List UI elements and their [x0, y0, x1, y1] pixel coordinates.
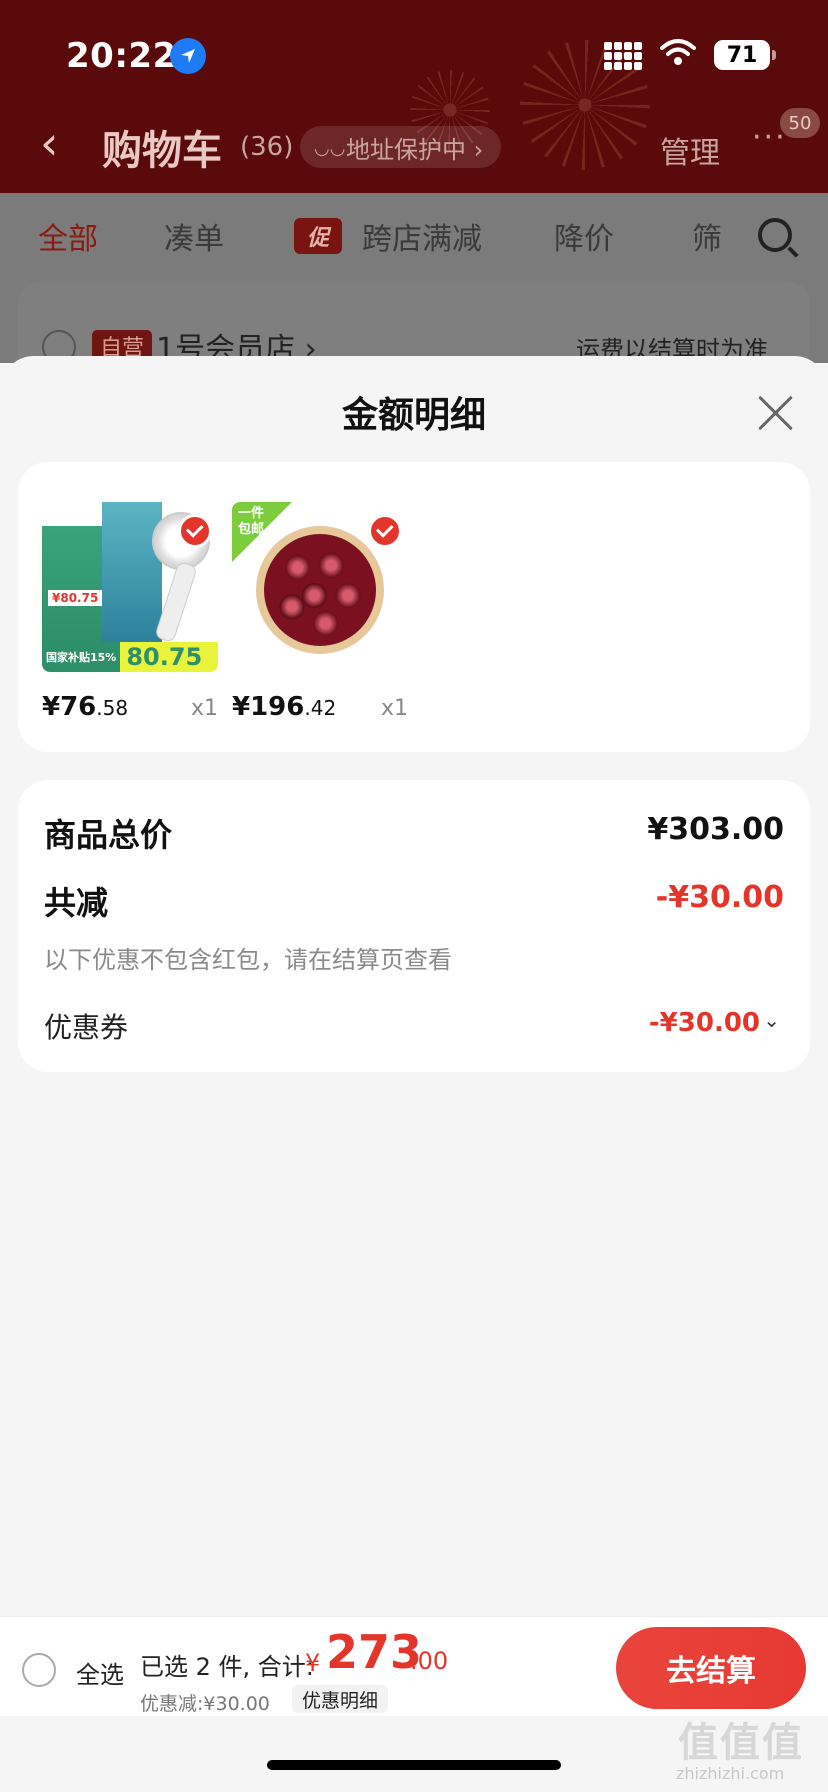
selected-summary: 已选 2 件, 合计: [140, 1653, 314, 1681]
address-protection-pill[interactable]: ◡◡ 地址保护中 › [300, 126, 502, 168]
cart-header-background: 20:22 71 ‹ 购物车 (36) ◡◡ 地址保护中 › 管理 ··· 50 [0, 0, 828, 193]
location-arrow-icon [170, 38, 206, 74]
battery-indicator: 71 [714, 40, 776, 70]
tab-price-drop[interactable]: 降价 [554, 214, 614, 258]
selected-items-card: ¥80.75 国家补贴15% 80.75 ¥76.58 x1 一件 包邮 ¥19… [18, 462, 810, 752]
status-bar: 20:22 71 [0, 28, 828, 84]
search-icon[interactable] [758, 218, 792, 252]
discount-detail-button[interactable]: 优惠明细 [292, 1685, 389, 1713]
item-price-dec: .42 [304, 696, 337, 720]
closed-eye-icon: ◡◡ [314, 138, 346, 159]
sheet-title: 金额明细 [341, 395, 486, 436]
item-price-int: ¥76 [42, 692, 97, 722]
select-all-radio[interactable] [22, 1653, 56, 1687]
address-protection-label: 地址保护中 › [346, 135, 484, 164]
product-thumbnail-shower-head: ¥80.75 国家补贴15% 80.75 [42, 502, 218, 672]
select-all-label[interactable]: 全选 [76, 1655, 124, 1690]
discount-amount: 优惠减:¥30.00 [140, 1693, 270, 1715]
message-badge: 50 [780, 108, 820, 138]
home-indicator [267, 1760, 561, 1770]
checkout-button[interactable]: 去结算 [616, 1627, 806, 1709]
total-price-label: 商品总价 [44, 816, 173, 854]
chevron-left-icon[interactable]: ‹ [40, 120, 58, 166]
cart-item-count: (36) [240, 132, 294, 162]
subsidy-label: 国家补贴15% [42, 642, 121, 672]
item-quantity: x1 [380, 696, 408, 721]
checked-icon [178, 514, 212, 548]
page-title: 购物车 [102, 128, 222, 174]
product-thumbnail-cherries: 一件 包邮 [232, 502, 408, 672]
item-price-row: ¥196.42 x1 [232, 692, 408, 726]
subsidy-price: 80.75 [126, 643, 203, 671]
price-summary-card: 商品总价 ¥303.00 共减 -¥30.00 以下优惠不包含红包，请在结算页查… [18, 780, 810, 1072]
watermark-logo: 值值值 [678, 1720, 804, 1766]
chevron-down-icon[interactable]: ⌄ [763, 1008, 780, 1032]
total-reduction-value: -¥30.00 [655, 880, 784, 915]
checked-icon [368, 514, 402, 548]
watermark-url: zhizhizhi.com [676, 1764, 785, 1783]
subsidy-strip: 国家补贴15% 80.75 [42, 642, 218, 672]
tab-all[interactable]: 全部 [38, 214, 98, 258]
cart-nav-row: ‹ 购物车 (36) ◡◡ 地址保护中 › 管理 ··· 50 [0, 108, 828, 180]
reduction-note: 以下优惠不包含红包，请在结算页查看 [44, 946, 452, 974]
thumbnail-mini-price: ¥80.75 [48, 590, 103, 606]
close-icon[interactable] [756, 392, 796, 432]
manage-button[interactable]: 管理 [660, 128, 720, 172]
wifi-icon [660, 38, 696, 72]
filter-tabs: 全部 凑单 促 跨店满减 降价 筛 [0, 214, 828, 264]
status-time: 20:22 [66, 36, 177, 76]
total-reduction-label: 共减 [44, 884, 109, 922]
coupon-label: 优惠券 [44, 1011, 129, 1044]
amount-detail-sheet: 金额明细 ¥80.75 国家补贴15% 80.75 ¥76.58 x1 一件 包… [0, 356, 828, 1616]
tab-combine[interactable]: 凑单 [164, 214, 224, 258]
cellular-signal-icon [604, 42, 642, 70]
total-price-value: ¥303.00 [647, 812, 784, 847]
item-price-int: ¥196 [232, 692, 305, 722]
item-price-row: ¥76.58 x1 [42, 692, 218, 726]
selected-item[interactable]: 一件 包邮 ¥196.42 x1 [232, 502, 408, 726]
tab-filter[interactable]: 筛 [692, 214, 722, 258]
item-price-dec: .58 [96, 696, 129, 720]
total-amount-dec: .00 [410, 1647, 449, 1675]
selected-item[interactable]: ¥80.75 国家补贴15% 80.75 ¥76.58 x1 [42, 502, 218, 726]
tab-cross-store-discount[interactable]: 跨店满减 [362, 214, 482, 258]
checkout-bar: 全选 已选 2 件, 合计: ¥ 273 .00 优惠减:¥30.00 优惠明细… [0, 1616, 828, 1716]
total-amount-int: 273 [326, 1625, 423, 1679]
total-currency: ¥ [305, 1649, 321, 1677]
item-quantity: x1 [190, 696, 218, 721]
coupon-value[interactable]: -¥30.00 [649, 1008, 760, 1038]
promo-tag-icon: 促 [294, 218, 342, 254]
